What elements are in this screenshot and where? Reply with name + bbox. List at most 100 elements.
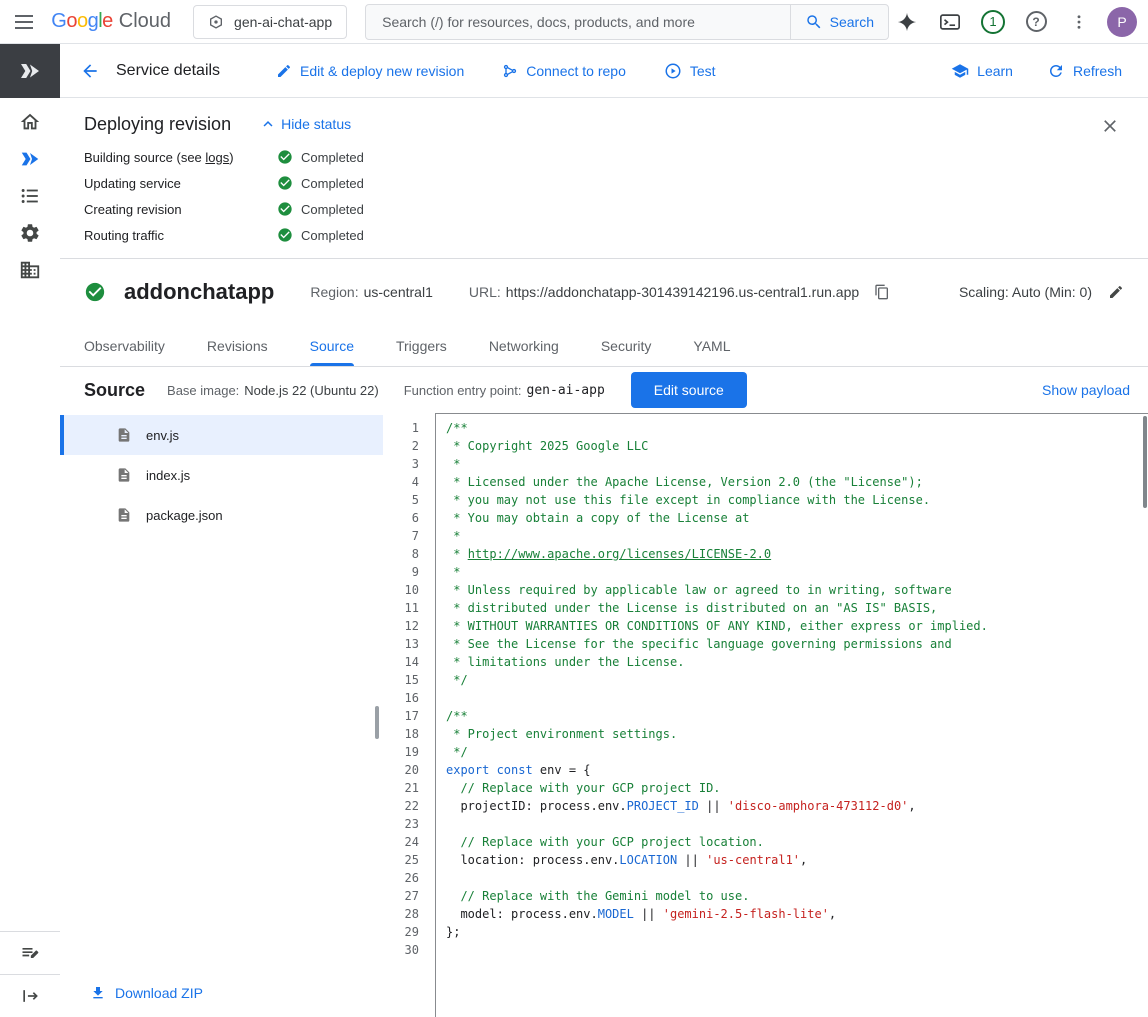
code-line: [446, 869, 1148, 887]
code-token: * Unless required by applicable law or a…: [446, 583, 952, 597]
file-name: index.js: [146, 468, 190, 483]
code-scrollbar-thumb[interactable]: [1143, 416, 1147, 508]
test-button[interactable]: Test: [664, 62, 716, 80]
nav-services[interactable]: [8, 221, 52, 245]
download-zip-button[interactable]: Download ZIP: [90, 985, 203, 1001]
code-line: * distributed under the License is distr…: [446, 599, 1148, 617]
edit-deploy-button[interactable]: Edit & deploy new revision: [276, 63, 464, 79]
search-button[interactable]: Search: [790, 5, 888, 39]
tab-triggers[interactable]: Triggers: [396, 325, 447, 366]
tab-observability[interactable]: Observability: [84, 325, 165, 366]
connect-repo-button[interactable]: Connect to repo: [502, 63, 626, 79]
nav-organization[interactable]: [8, 258, 52, 282]
copy-url-button[interactable]: [874, 284, 890, 300]
code-token: location: process.env.: [446, 853, 619, 867]
step-status-text: Completed: [301, 202, 364, 217]
gemini-button[interactable]: [889, 4, 925, 40]
close-deploy-panel-button[interactable]: [1092, 108, 1128, 144]
deploy-step-updating: Updating service Completed: [84, 170, 1124, 196]
learn-button[interactable]: Learn: [951, 62, 1013, 80]
back-button[interactable]: [72, 53, 108, 89]
step-label: Building source (see logs): [84, 150, 277, 165]
project-selector[interactable]: gen-ai-chat-app: [193, 5, 347, 39]
expand-panel-button[interactable]: [0, 974, 60, 1017]
code-token: */: [446, 745, 468, 759]
line-number: 9: [383, 563, 419, 581]
file-row-env-js[interactable]: env.js: [60, 415, 383, 455]
hide-status-button[interactable]: Hide status: [259, 115, 351, 133]
copy-icon: [874, 284, 890, 300]
notifications-button[interactable]: 1: [975, 4, 1011, 40]
help-button[interactable]: ?: [1018, 4, 1054, 40]
code-line: projectID: process.env.PROJECT_ID || 'di…: [446, 797, 1148, 815]
step-label: Routing traffic: [84, 228, 277, 243]
nav-cloud-run[interactable]: [8, 147, 52, 171]
line-number: 21: [383, 779, 419, 797]
code-line: *: [446, 455, 1148, 473]
main-content: Deploying revision Hide status Building …: [60, 98, 1148, 1017]
page-toolbar: Service details Edit & deploy new revisi…: [0, 44, 1148, 98]
arrow-back-icon: [80, 61, 100, 81]
logs-link[interactable]: logs: [205, 150, 229, 165]
pencil-icon: [276, 63, 292, 79]
logo-letter: G: [51, 10, 66, 33]
code-token: * Project environment settings.: [446, 727, 677, 741]
code-token: projectID: process.env.: [446, 799, 627, 813]
tab-networking[interactable]: Networking: [489, 325, 559, 366]
entry-point-value: gen-ai-app: [527, 383, 605, 398]
line-number: 17: [383, 707, 419, 725]
code-token: * distributed under the License is distr…: [446, 601, 937, 615]
menu-button[interactable]: [0, 0, 47, 44]
tab-yaml[interactable]: YAML: [693, 325, 730, 366]
account-button[interactable]: P: [1104, 4, 1140, 40]
line-number: 20: [383, 761, 419, 779]
nav-home[interactable]: [8, 110, 52, 134]
region-label: Region:: [310, 284, 358, 300]
code-token: /**: [446, 709, 468, 723]
code-token: ||: [699, 799, 728, 813]
list-icon: [19, 185, 41, 207]
entry-point: Function entry point: gen-ai-app: [404, 383, 605, 398]
code-token: 'gemini-2.5-flash-lite': [663, 907, 829, 921]
google-cloud-logo[interactable]: Google Cloud: [51, 10, 171, 33]
step-status-text: Completed: [301, 176, 364, 191]
service-scaling: Scaling: Auto (Min: 0): [959, 284, 1124, 300]
refresh-button[interactable]: Refresh: [1047, 62, 1122, 80]
tab-security[interactable]: Security: [601, 325, 652, 366]
code-lines[interactable]: /** * Copyright 2025 Google LLC * * Lice…: [435, 413, 1148, 1017]
cloud-run-product-tile[interactable]: [0, 44, 60, 98]
cloud-run-icon: [17, 59, 43, 83]
tab-source[interactable]: Source: [310, 325, 354, 366]
tab-bar: Observability Revisions Source Triggers …: [60, 325, 1148, 367]
panel-open-icon: [20, 986, 40, 1006]
gemini-spark-icon: [896, 11, 918, 33]
cloud-shell-button[interactable]: [932, 4, 968, 40]
edit-source-button[interactable]: Edit source: [631, 372, 747, 408]
file-icon: [116, 427, 132, 443]
url-value[interactable]: https://addonchatapp-301439142196.us-cen…: [506, 284, 859, 300]
code-token: ,: [908, 799, 915, 813]
file-row-index-js[interactable]: index.js: [60, 455, 383, 495]
logo-letter: e: [102, 10, 113, 33]
chevron-up-icon: [259, 115, 277, 133]
connect-repo-label: Connect to repo: [526, 63, 626, 79]
release-notes-button[interactable]: [0, 931, 60, 974]
nav-list[interactable]: [8, 184, 52, 208]
line-number: 26: [383, 869, 419, 887]
edit-scaling-button[interactable]: [1108, 284, 1124, 300]
code-line: * You may obtain a copy of the License a…: [446, 509, 1148, 527]
search-input[interactable]: Search (/) for resources, docs, products…: [366, 14, 790, 30]
notification-badge: 1: [981, 10, 1005, 34]
doc-edit-icon: [20, 943, 40, 963]
code-token: */: [446, 673, 468, 687]
code-line: * Unless required by applicable law or a…: [446, 581, 1148, 599]
line-number: 5: [383, 491, 419, 509]
file-row-package-json[interactable]: package.json: [60, 495, 383, 535]
more-options-button[interactable]: [1061, 4, 1097, 40]
code-line: /**: [446, 707, 1148, 725]
file-tree-scrollbar-thumb[interactable]: [375, 706, 379, 739]
show-payload-link[interactable]: Show payload: [1042, 382, 1130, 398]
code-line: model: process.env.MODEL || 'gemini-2.5-…: [446, 905, 1148, 923]
tab-revisions[interactable]: Revisions: [207, 325, 268, 366]
line-number: 7: [383, 527, 419, 545]
